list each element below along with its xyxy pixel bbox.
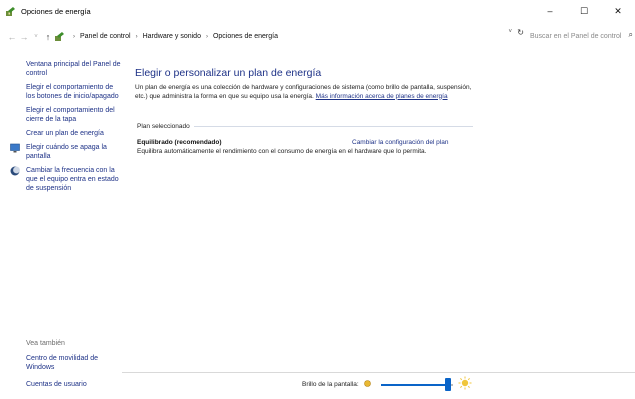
breadcrumb-item-control-panel[interactable]: Panel de control: [80, 33, 131, 40]
sidebar-item-display-off[interactable]: Elegir cuándo se apaga la pantalla: [10, 143, 122, 161]
search-input[interactable]: Buscar en el Panel de control ⌕: [524, 28, 635, 45]
title-bar: Opciones de energía – ☐ ✕: [0, 0, 635, 22]
close-button[interactable]: ✕: [601, 0, 635, 22]
sidebar-item-power-buttons[interactable]: Elegir el comportamiento de los botones …: [10, 83, 122, 101]
breadcrumb-separator: ›: [73, 33, 75, 40]
mobility-center-link[interactable]: Centro de movilidad de Windows: [26, 354, 126, 372]
maximize-button[interactable]: ☐: [567, 0, 601, 22]
sidebar-item-sleep[interactable]: Cambiar la frecuencia con la que el equi…: [10, 166, 122, 193]
sidebar-item-lid-close[interactable]: Elegir el comportamiento del cierre de l…: [10, 106, 122, 124]
plan-name: Equilibrado (recomendado): [137, 139, 222, 146]
control-panel-icon: [55, 32, 64, 41]
breadcrumb-item-power-options[interactable]: Opciones de energía: [213, 33, 278, 40]
sidebar-item-label: Ventana principal del Panel de control: [26, 61, 121, 77]
sidebar-item-label: Cambiar la frecuencia con la que el equi…: [26, 167, 119, 192]
brightness-label: Brillo de la pantalla:: [302, 381, 359, 388]
see-also-heading: Vea también: [26, 340, 65, 347]
sidebar-item-label: Elegir el comportamiento de los botones …: [26, 84, 119, 100]
address-dropdown-button[interactable]: ˅: [508, 29, 512, 35]
moon-icon: [10, 166, 20, 176]
sidebar-item-label: Elegir el comportamiento del cierre de l…: [26, 107, 115, 123]
sidebar-item-control-panel-home[interactable]: Ventana principal del Panel de control: [10, 60, 122, 78]
minimize-button[interactable]: –: [533, 0, 567, 22]
brightness-slider-thumb[interactable]: [445, 378, 451, 391]
recent-locations-button[interactable]: ˅: [30, 29, 42, 45]
search-icon[interactable]: ⌕: [629, 30, 633, 40]
sidebar: Ventana principal del Panel de control E…: [10, 60, 122, 198]
back-button[interactable]: ←: [6, 29, 18, 45]
refresh-icon[interactable]: ↻: [517, 28, 524, 37]
plan-description: Equilibra automáticamente el rendimiento…: [137, 148, 427, 155]
brightness-slider-track[interactable]: [381, 384, 453, 386]
brightness-high-icon: [458, 376, 472, 390]
breadcrumb[interactable]: › Panel de control › Hardware y sonido ›…: [55, 28, 524, 44]
forward-button[interactable]: →: [18, 29, 30, 45]
power-options-icon: [6, 6, 15, 16]
sidebar-item-label: Elegir cuándo se apaga la pantalla: [26, 144, 107, 160]
brightness-low-icon: [364, 380, 371, 387]
page-description: Un plan de energía es una colección de h…: [135, 84, 475, 101]
breadcrumb-separator: ›: [135, 33, 138, 40]
up-button[interactable]: ↑: [42, 29, 54, 45]
selected-plan-heading: Plan seleccionado: [137, 123, 190, 130]
window-controls: – ☐ ✕: [533, 0, 635, 22]
sidebar-item-label: Crear un plan de energía: [26, 130, 104, 137]
window-title: Opciones de energía: [21, 6, 91, 16]
brightness-slider-fill: [381, 384, 447, 386]
sidebar-item-create-plan[interactable]: Crear un plan de energía: [10, 129, 122, 138]
user-accounts-link[interactable]: Cuentas de usuario: [26, 380, 126, 389]
breadcrumb-item-hardware-sound[interactable]: Hardware y sonido: [143, 33, 201, 40]
breadcrumb-separator: ›: [205, 33, 208, 40]
more-info-link[interactable]: Más información acerca de planes de ener…: [316, 93, 448, 100]
bottom-bar: [122, 372, 635, 399]
section-divider: [193, 126, 473, 127]
page-title: Elegir o personalizar un plan de energía: [135, 67, 322, 79]
change-plan-settings-link[interactable]: Cambiar la configuración del plan: [352, 139, 448, 146]
main-content: Elegir o personalizar un plan de energía…: [135, 67, 475, 101]
monitor-icon: [10, 143, 20, 153]
search-placeholder: Buscar en el Panel de control: [530, 33, 622, 40]
selected-plan-section: Plan seleccionado: [137, 123, 473, 130]
